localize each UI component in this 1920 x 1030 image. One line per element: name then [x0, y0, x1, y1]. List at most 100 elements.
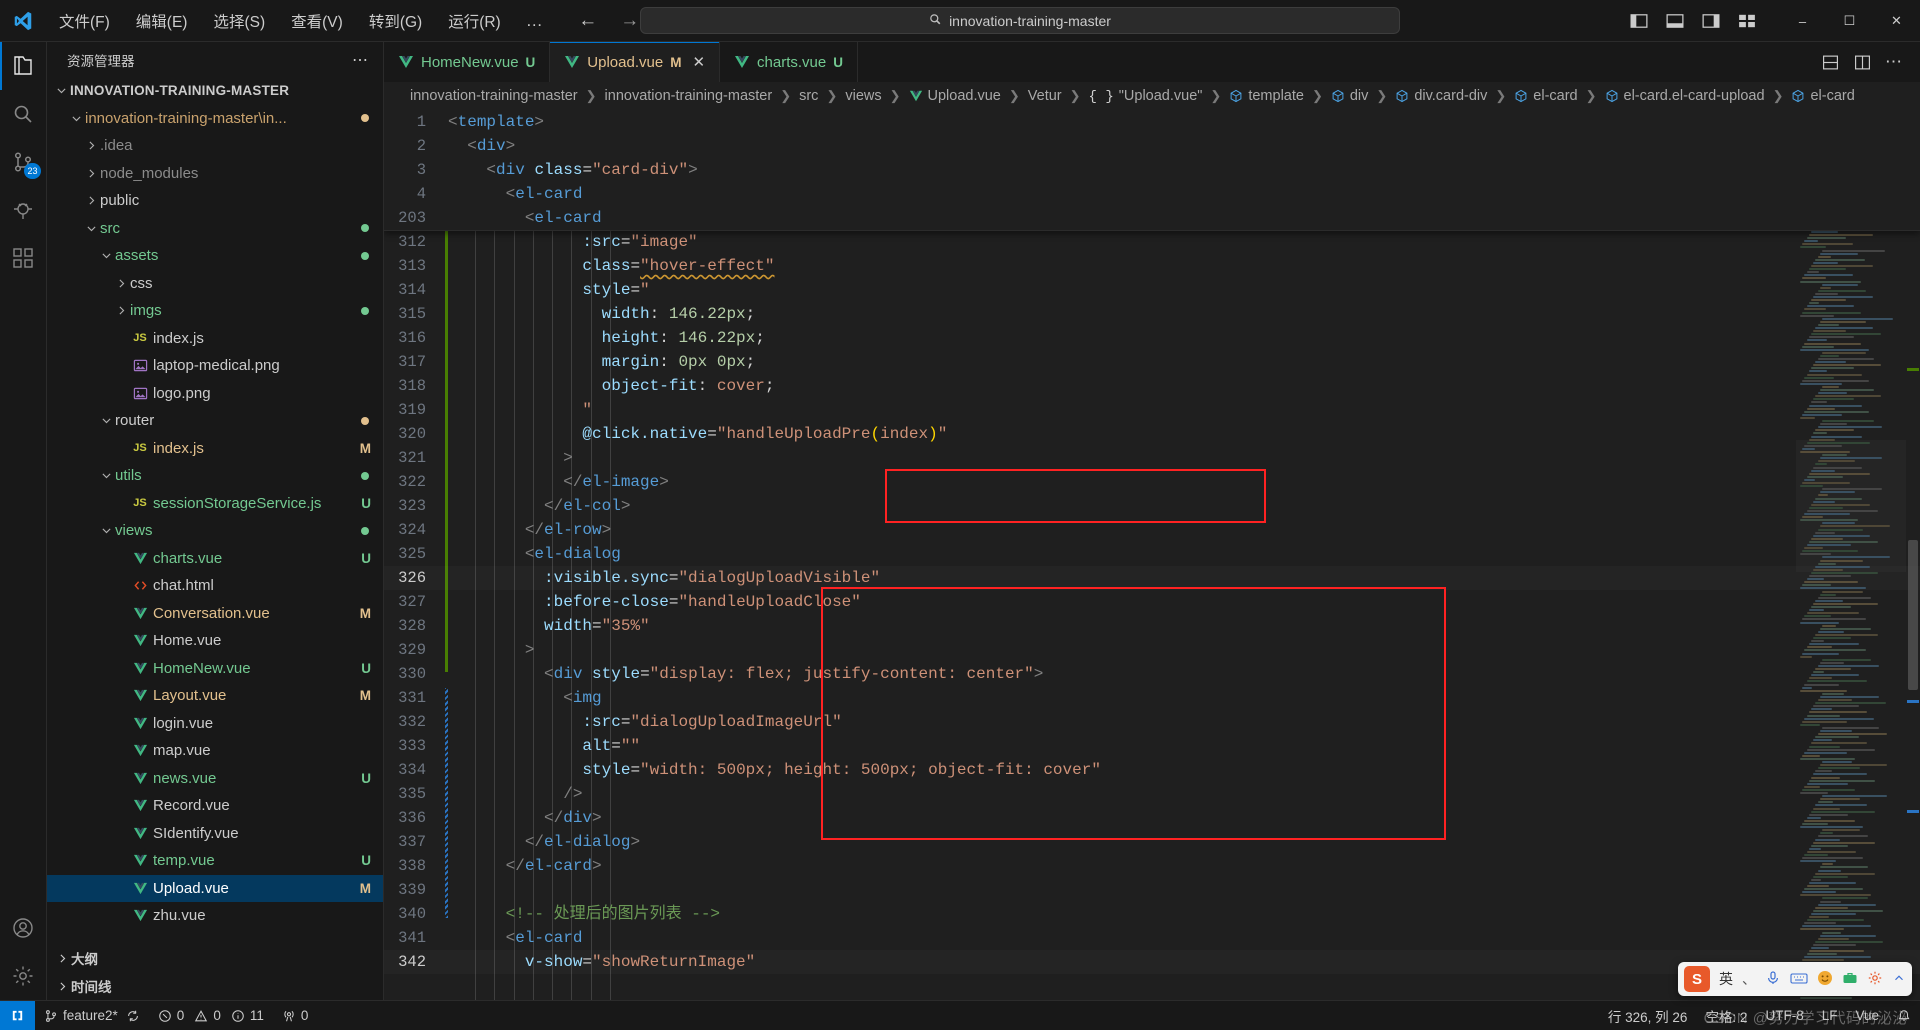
ime-mode-label[interactable]: 英: [1719, 969, 1733, 989]
code-line-2[interactable]: 2 <div>: [384, 134, 1920, 158]
code-line-339[interactable]: 339: [384, 878, 1920, 902]
code-line-340[interactable]: 340 <!-- 处理后的图片列表 -->: [384, 902, 1920, 926]
code-line-326[interactable]: 326 :visible.sync="dialogUploadVisible": [384, 566, 1920, 590]
code-line-4[interactable]: 4 <el-card: [384, 182, 1920, 206]
sticky-scroll-header[interactable]: 1 <template> 2 <div> 3 <div class="card-div…: [384, 110, 1920, 231]
ime-voice-icon[interactable]: [1765, 970, 1781, 989]
code-line-203[interactable]: 203 <el-card: [384, 206, 1920, 230]
editor-tab-charts-vue[interactable]: charts.vue U: [720, 42, 858, 82]
tree-item-index-js[interactable]: JS index.js: [47, 325, 383, 353]
status-branch[interactable]: feature2*: [35, 1001, 149, 1030]
code-line-333[interactable]: 333 alt="": [384, 734, 1920, 758]
code-lines[interactable]: 310 >311 <el-image312 :src="image"313 cl…: [384, 182, 1920, 974]
tree-item-logo-png[interactable]: logo.png: [47, 380, 383, 408]
editor-tab-homenew-vue[interactable]: HomeNew.vue U: [384, 42, 551, 82]
code-line-1[interactable]: 1 <template>: [384, 110, 1920, 134]
breadcrumb[interactable]: innovation-training-master ❯ innovation-tr…: [384, 82, 1920, 110]
code-line-327[interactable]: 327 :before-close="handleUploadClose": [384, 590, 1920, 614]
code-line-330[interactable]: 330 <div style="display: flex; justify-c…: [384, 662, 1920, 686]
tree-item-chat-html[interactable]: chat.html: [47, 572, 383, 600]
menu-selection[interactable]: 选择(S): [200, 6, 278, 36]
tree-item-views[interactable]: views: [47, 517, 383, 545]
code-line-3[interactable]: 3 <div class="card-div">: [384, 158, 1920, 182]
more-actions-icon[interactable]: ⋯: [1878, 42, 1910, 82]
code-line-338[interactable]: 338 </el-card>: [384, 854, 1920, 878]
activity-extensions[interactable]: [0, 234, 47, 282]
code-line-315[interactable]: 315 width: 146.22px;: [384, 302, 1920, 326]
code-line-334[interactable]: 334 style="width: 500px; height: 500px; …: [384, 758, 1920, 782]
code-line-316[interactable]: 316 height: 146.22px;: [384, 326, 1920, 350]
toggle-panel-icon[interactable]: [1657, 0, 1693, 42]
command-center-search[interactable]: innovation-training-master: [640, 7, 1400, 34]
tree-item-imgs[interactable]: imgs: [47, 297, 383, 325]
file-tree[interactable]: INNOVATION-TRAINING-MASTER innovation-tra…: [47, 77, 383, 944]
breadcrumb-item-div-card-div[interactable]: div.card-div: [1393, 88, 1489, 104]
breadcrumb-item-src[interactable]: src: [797, 88, 820, 104]
breadcrumb-item-div[interactable]: div: [1329, 88, 1371, 104]
tree-item-home-vue[interactable]: Home.vue: [47, 627, 383, 655]
code-viewport[interactable]: 1 <template> 2 <div> 3 <div class="card-div…: [384, 110, 1920, 1000]
more-actions-icon[interactable]: ⋯: [352, 50, 373, 70]
breadcrumb-item-el-card[interactable]: el-card: [1789, 88, 1856, 104]
breadcrumb-item-innovation-training-master[interactable]: innovation-training-master: [603, 88, 775, 104]
tree-item-index-js[interactable]: JS index.js M: [47, 435, 383, 463]
tree-item-laptop-medical-png[interactable]: laptop-medical.png: [47, 352, 383, 380]
tree-item-sessionstorageservice-js[interactable]: JS sessionStorageService.js U: [47, 490, 383, 518]
status-problems[interactable]: 0 0 11: [149, 1001, 273, 1030]
tree-item-sidentify-vue[interactable]: SIdentify.vue: [47, 820, 383, 848]
code-line-323[interactable]: 323 </el-col>: [384, 494, 1920, 518]
breadcrumb-item-vetur[interactable]: Vetur: [1026, 88, 1064, 104]
tree-item-homenew-vue[interactable]: HomeNew.vue U: [47, 655, 383, 683]
menu-go[interactable]: 转到(G): [356, 6, 435, 36]
timeline-panel[interactable]: 时间线: [47, 972, 383, 1000]
breadcrumb-item--upload-vue-[interactable]: { } "Upload.vue": [1087, 88, 1205, 105]
breadcrumb-item-el-card-el-card-upload[interactable]: el-card.el-card-upload: [1603, 88, 1767, 104]
close-icon[interactable]: ✕: [692, 53, 705, 71]
tree-item--idea[interactable]: .idea: [47, 132, 383, 160]
menu-file[interactable]: 文件(F): [46, 6, 123, 36]
tree-item-src[interactable]: src: [47, 215, 383, 243]
ime-toolbox-icon[interactable]: [1842, 970, 1858, 989]
tree-item-innovation-training-master-in-[interactable]: innovation-training-master\in...: [47, 105, 383, 133]
tree-item-map-vue[interactable]: map.vue: [47, 737, 383, 765]
toggle-secondary-sidebar-icon[interactable]: [1693, 0, 1729, 42]
tree-item-news-vue[interactable]: news.vue U: [47, 765, 383, 793]
window-close-button[interactable]: ✕: [1873, 0, 1920, 42]
ime-keyboard-icon[interactable]: [1790, 970, 1808, 989]
code-line-336[interactable]: 336 </div>: [384, 806, 1920, 830]
ime-expand-icon[interactable]: [1892, 971, 1906, 988]
code-line-332[interactable]: 332 :src="dialogUploadImageUrl": [384, 710, 1920, 734]
tree-item-charts-vue[interactable]: charts.vue U: [47, 545, 383, 573]
code-line-318[interactable]: 318 object-fit: cover;: [384, 374, 1920, 398]
code-line-317[interactable]: 317 margin: 0px 0px;: [384, 350, 1920, 374]
code-line-329[interactable]: 329 >: [384, 638, 1920, 662]
breadcrumb-item-template[interactable]: template: [1227, 88, 1306, 104]
tree-item-login-vue[interactable]: login.vue: [47, 710, 383, 738]
menu-bar[interactable]: 文件(F) 编辑(E) 选择(S) 查看(V) 转到(G) 运行(R) …: [46, 6, 556, 36]
ime-punctuation-icon[interactable]: 、: [1742, 969, 1756, 989]
menu-more-button[interactable]: …: [514, 9, 556, 33]
toggle-primary-sidebar-icon[interactable]: [1621, 0, 1657, 42]
activity-source-control[interactable]: 23: [0, 138, 47, 186]
code-line-328[interactable]: 328 width="35%": [384, 614, 1920, 638]
outline-panel[interactable]: 大纲: [47, 944, 383, 972]
menu-run[interactable]: 运行(R): [435, 6, 514, 36]
tree-item-public[interactable]: public: [47, 187, 383, 215]
code-line-314[interactable]: 314 style=": [384, 278, 1920, 302]
code-line-313[interactable]: 313 class="hover-effect": [384, 254, 1920, 278]
code-line-324[interactable]: 324 </el-row>: [384, 518, 1920, 542]
minimap[interactable]: [1796, 110, 1906, 1000]
breadcrumb-item-upload-vue[interactable]: Upload.vue: [907, 88, 1003, 104]
breadcrumb-item-innovation-training-master[interactable]: innovation-training-master: [408, 88, 580, 104]
tree-item-conversation-vue[interactable]: Conversation.vue M: [47, 600, 383, 628]
go-forward-icon[interactable]: →: [620, 10, 640, 32]
ime-toolbar[interactable]: S 英 、: [1678, 962, 1912, 996]
breadcrumb-item-el-card[interactable]: el-card: [1512, 88, 1579, 104]
tree-item-node-modules[interactable]: node_modules: [47, 160, 383, 188]
code-line-341[interactable]: 341 <el-card: [384, 926, 1920, 950]
customize-layout-icon[interactable]: [1729, 0, 1765, 42]
remote-window-button[interactable]: [0, 1000, 35, 1030]
code-editor[interactable]: 1 <template> 2 <div> 3 <div class="card-div…: [384, 110, 1920, 1000]
code-line-325[interactable]: 325 <el-dialog: [384, 542, 1920, 566]
activity-search[interactable]: [0, 90, 47, 138]
